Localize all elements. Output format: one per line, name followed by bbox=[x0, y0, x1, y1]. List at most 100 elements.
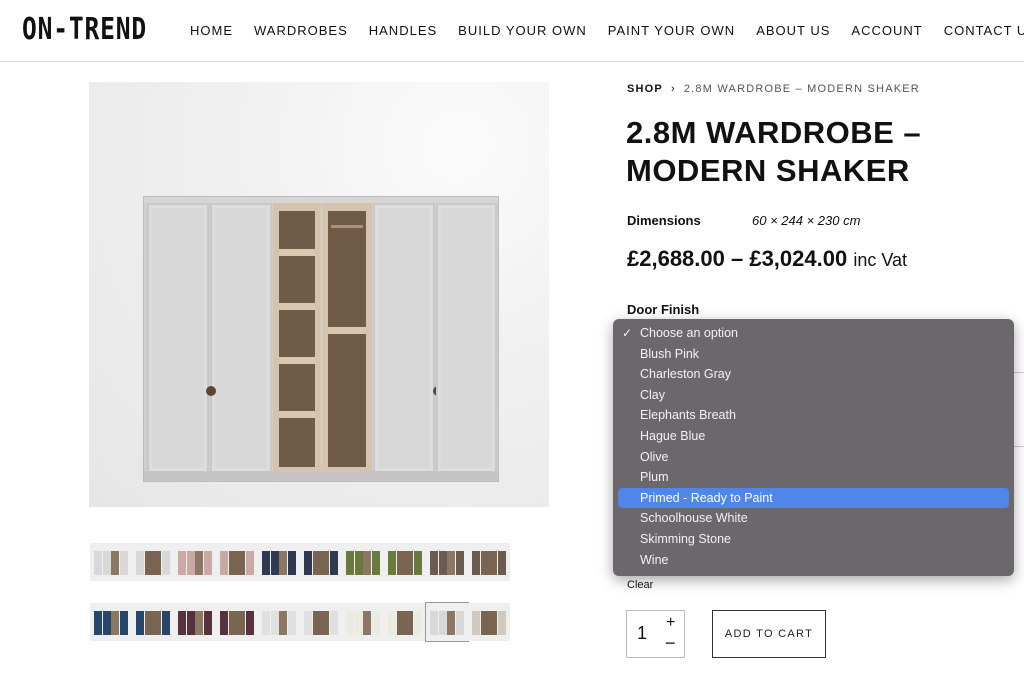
product-title: 2.8M WARDROBE – MODERN SHAKER bbox=[626, 115, 922, 188]
thumbnail-image bbox=[304, 551, 338, 575]
door-finish-option[interactable]: ✓ Choose an option bbox=[618, 323, 1009, 344]
divider bbox=[1014, 446, 1024, 447]
thumbnail-image bbox=[178, 551, 212, 575]
breadcrumb: SHOP › 2.8M WARDROBE – MODERN SHAKER bbox=[627, 83, 920, 95]
nav-home[interactable]: HOME bbox=[190, 23, 233, 38]
nav-account[interactable]: ACCOUNT bbox=[851, 23, 922, 38]
nav-contact-us[interactable]: CONTACT US bbox=[944, 23, 1024, 38]
door-finish-option-label: Schoolhouse White bbox=[640, 511, 748, 526]
product-thumbnail[interactable] bbox=[216, 543, 258, 581]
product-thumbnail[interactable] bbox=[468, 603, 510, 641]
thumbnail-image bbox=[220, 551, 254, 575]
thumbnail-image bbox=[346, 551, 380, 575]
product-thumbnail[interactable] bbox=[426, 543, 468, 581]
door-finish-option[interactable]: Wine bbox=[618, 550, 1009, 571]
product-thumbnail[interactable] bbox=[342, 603, 384, 641]
wardrobe-illustration bbox=[143, 196, 499, 482]
product-thumbnail[interactable] bbox=[216, 603, 258, 641]
breadcrumb-separator-icon: › bbox=[670, 83, 676, 95]
thumbnail-image bbox=[346, 611, 380, 635]
product-thumbnail[interactable] bbox=[342, 543, 384, 581]
quantity-minus-icon[interactable]: − bbox=[665, 633, 676, 654]
quantity-stepper[interactable]: 1 + − bbox=[626, 610, 685, 658]
thumbnail-image bbox=[472, 551, 506, 575]
product-thumbnail[interactable] bbox=[425, 602, 469, 642]
product-thumbnail[interactable] bbox=[90, 603, 132, 641]
product-thumbnail[interactable] bbox=[258, 543, 300, 581]
thumbnail-image bbox=[430, 611, 464, 635]
door-finish-option[interactable]: Clay bbox=[618, 385, 1009, 406]
door-finish-option-label: Elephants Breath bbox=[640, 408, 736, 423]
product-thumbnail[interactable] bbox=[132, 603, 174, 641]
checkmark-icon: ✓ bbox=[622, 326, 633, 340]
door-finish-option-label: Hague Blue bbox=[640, 428, 706, 443]
thumbnail-image bbox=[220, 611, 254, 635]
thumbnail-image bbox=[262, 551, 296, 575]
product-thumbnail[interactable] bbox=[384, 603, 426, 641]
product-thumbnail[interactable] bbox=[132, 543, 174, 581]
door-finish-option-label: Skimming Stone bbox=[640, 531, 732, 546]
door-finish-option[interactable]: Schoolhouse White bbox=[618, 508, 1009, 529]
door-finish-option[interactable]: Charleston Gray bbox=[618, 364, 1009, 385]
thumbnail-image bbox=[178, 611, 212, 635]
door-finish-option-label: Clay bbox=[640, 387, 666, 402]
quantity-value[interactable]: 1 bbox=[637, 623, 647, 644]
door-finish-option-label: Plum bbox=[640, 470, 669, 485]
product-thumbnail[interactable] bbox=[174, 603, 216, 641]
door-finish-option[interactable]: Hague Blue bbox=[618, 426, 1009, 447]
breadcrumb-current: 2.8M WARDROBE – MODERN SHAKER bbox=[683, 83, 920, 95]
thumbnail-image bbox=[472, 611, 506, 635]
nav-wardrobes[interactable]: WARDROBES bbox=[254, 23, 348, 38]
nav-handles[interactable]: HANDLES bbox=[369, 23, 437, 38]
thumbnail-image bbox=[136, 611, 170, 635]
door-finish-option[interactable]: Primed - Ready to Paint bbox=[618, 487, 1009, 509]
thumbnail-image bbox=[304, 611, 338, 635]
thumbnail-image bbox=[262, 611, 296, 635]
product-thumbnail[interactable] bbox=[384, 543, 426, 581]
site-logo[interactable]: ON-TREND bbox=[22, 12, 147, 47]
thumbnail-image bbox=[94, 611, 128, 635]
door-finish-dropdown[interactable]: ✓ Choose an option Blush Pink Charleston Gr… bbox=[613, 319, 1014, 576]
price-range: £2,688.00 – £3,024.00 inc Vat bbox=[627, 246, 907, 272]
main-nav: HOME WARDROBES HANDLES BUILD YOUR OWN PA… bbox=[190, 23, 1024, 38]
door-finish-option[interactable]: Skimming Stone bbox=[618, 529, 1009, 550]
product-thumbnail[interactable] bbox=[300, 603, 342, 641]
product-thumbnail[interactable] bbox=[90, 543, 132, 581]
product-thumbnail[interactable] bbox=[300, 543, 342, 581]
product-thumbnail[interactable] bbox=[174, 543, 216, 581]
door-finish-option-label: Blush Pink bbox=[640, 346, 700, 361]
door-finish-option-label: Primed - Ready to Paint bbox=[640, 490, 773, 505]
door-finish-option[interactable]: Plum bbox=[618, 467, 1009, 488]
door-finish-option[interactable]: Olive bbox=[618, 447, 1009, 468]
quantity-plus-icon[interactable]: + bbox=[666, 614, 675, 632]
clear-link[interactable]: Clear bbox=[627, 579, 653, 591]
door-finish-label: Door Finish bbox=[627, 302, 700, 317]
price-vat-suffix: inc Vat bbox=[853, 250, 908, 270]
door-finish-option-label: Wine bbox=[640, 552, 669, 567]
breadcrumb-shop-link[interactable]: SHOP bbox=[627, 83, 663, 95]
door-finish-option-label: Olive bbox=[640, 449, 669, 464]
thumbnail-image bbox=[430, 551, 464, 575]
product-thumbnail[interactable] bbox=[258, 603, 300, 641]
nav-paint-your-own[interactable]: PAINT YOUR OWN bbox=[608, 23, 735, 38]
add-to-cart-button[interactable]: ADD TO CART bbox=[712, 610, 826, 658]
door-finish-option[interactable]: Blush Pink bbox=[618, 344, 1009, 365]
thumbnail-row-2 bbox=[90, 602, 510, 642]
thumbnail-image bbox=[136, 551, 170, 575]
site-header: ON-TREND HOME WARDROBES HANDLES BUILD YO… bbox=[0, 0, 1024, 62]
thumbnail-image bbox=[388, 611, 422, 635]
product-main-image[interactable] bbox=[89, 82, 549, 507]
dimensions-value: 60 × 244 × 230 cm bbox=[752, 213, 861, 228]
product-thumbnail[interactable] bbox=[468, 543, 510, 581]
thumbnail-image bbox=[94, 551, 128, 575]
price-amount: £2,688.00 – £3,024.00 bbox=[627, 246, 848, 271]
nav-build-your-own[interactable]: BUILD YOUR OWN bbox=[458, 23, 587, 38]
divider bbox=[1014, 372, 1024, 373]
thumbnail-image bbox=[388, 551, 422, 575]
door-finish-option-label: Choose an option bbox=[640, 326, 738, 340]
door-finish-option[interactable]: Elephants Breath bbox=[618, 405, 1009, 426]
dimensions-label: Dimensions bbox=[627, 213, 701, 228]
nav-about-us[interactable]: ABOUT US bbox=[756, 23, 830, 38]
door-finish-option-label: Charleston Gray bbox=[640, 367, 732, 382]
thumbnail-row-1 bbox=[90, 543, 510, 581]
